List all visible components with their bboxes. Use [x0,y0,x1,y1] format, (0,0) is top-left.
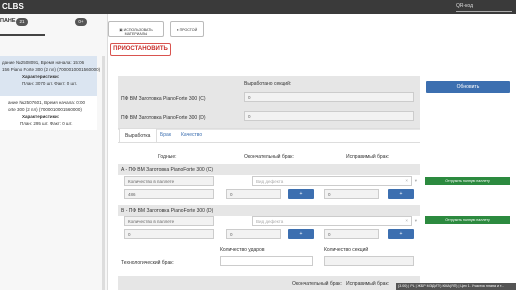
refresh-button[interactable]: Обновить [426,81,510,93]
section-a-fix-add-button[interactable]: + [388,189,414,199]
defect-select-placeholder: Вид дефекта [256,219,284,224]
top-bar [0,0,516,14]
section-a-fix-defect-input[interactable]: 0 [324,189,379,199]
row-c-label: ПФ ВМ Заготовка PianoForte 300 (C) [121,96,206,102]
row-d-label: ПФ ВМ Заготовка PianoForte 300 (D) [121,115,206,121]
good-column-header: Годные: [158,154,177,160]
produced-sections-label: Выработано секций: [244,81,292,87]
order-card-active[interactable]: дание №2508091, Время начала: 15:06 156 … [0,56,101,96]
active-tab-indicator [0,34,45,36]
sidebar-scrollbar[interactable] [102,56,105,290]
order-title: ание №2507601, Время начала: 0:00 [8,100,86,105]
section-a-qty-input[interactable]: 486 [124,189,214,199]
second-count-badge: 0+ [75,18,87,26]
hits-count-label: Количество ударов [220,247,265,253]
section-b-fix-defect-input[interactable]: 0 [324,229,379,239]
order-characteristics: Характеристики: [22,74,60,79]
sections-count-label: Количество секций [324,247,369,253]
section-b-qty-placeholder: Количество в паллете [124,216,214,226]
chevron-down-icon[interactable]: ▾ [415,178,417,184]
order-plan: План: 3070 шт. Факт: 0 шт. [22,81,77,86]
section-a-final-defect-input[interactable]: 0 [226,189,281,199]
tab-defect[interactable]: Брак [160,132,171,138]
section-a-defect-select[interactable]: Вид дефекта × ▾ [252,176,417,186]
section-b-title: B - ПФ ВМ Заготовка PianoForte 300 (D) [121,208,214,214]
order-title: дание №2508091, Время начала: 15:06 [2,60,85,65]
clear-icon[interactable]: × [405,218,408,223]
qr-code-input[interactable]: QR-код [456,3,473,9]
tabs-divider [118,128,420,129]
order-card[interactable]: ание №2507601, Время начала: 0:00 orte 3… [0,96,97,130]
bottom-fixable-defect-label: Исправимый брак: [346,281,390,287]
tabs-bottom-border [118,142,420,143]
row-d-value: 0 [244,111,414,121]
order-plan: План: 295 шт. Факт: 0 шт. [20,121,73,126]
section-b-qty-input[interactable]: 0 [124,229,214,239]
fixable-defect-column-header: Исправимый брак: [346,154,390,160]
bottom-final-defect-label: Окончательный брак: [292,281,342,287]
section-b-ship-pallet-button[interactable]: Отгрузить полную паллету [425,216,510,224]
section-a-title: A - ПФ ВМ Заготовка PianoForte 300 (C) [121,167,214,173]
clear-icon[interactable]: × [405,178,408,183]
hits-count-input[interactable] [220,256,313,266]
row-c-value: 0 [244,92,414,102]
downtime-label: ПРОСТОЙ [179,28,198,32]
downtime-button[interactable]: ⏸ ПРОСТОЙ [170,21,204,37]
order-product: 156 Piano Forte 300 (2 пл) (700001000156… [2,67,101,72]
order-characteristics: Характеристики: [22,114,60,119]
tab-orders[interactable]: ПАНЕ [0,18,16,24]
tab-quality[interactable]: Качество [181,132,202,138]
status-bar: (3.00) | PL | ЖБР МЭДИТ!) КМА(ЯП) | Цех … [396,283,516,290]
order-product: orte 300 (2 пл) (7000010001560000) [8,107,82,112]
sections-count-input[interactable] [324,256,414,266]
section-b-fix-add-button[interactable]: + [388,229,414,239]
pause-order-button[interactable]: ПРИОСТАНОВИТЬ [110,43,171,56]
tech-defect-label: Технологический брак: [121,260,174,266]
orders-count-badge: 21 [16,18,28,26]
section-b-final-defect-input[interactable]: 0 [226,229,281,239]
section-a-final-add-button[interactable]: + [288,189,314,199]
section-b-defect-select[interactable]: Вид дефекта × ▾ [252,216,417,226]
section-a-qty-placeholder: Количество в паллете [124,176,214,186]
use-materials-button[interactable]: ▣ ИСПОЛЬЗОВАТЬ МАТЕРИАЛЫ [108,21,164,37]
qr-underline [456,11,512,12]
use-materials-label: ИСПОЛЬЗОВАТЬ МАТЕРИАЛЫ [123,28,153,36]
section-a-ship-pallet-button[interactable]: Отгрузить полную паллету [425,177,510,185]
tab-output[interactable]: Выработка [119,128,157,142]
chevron-down-icon[interactable]: ▾ [415,218,417,224]
section-b-final-add-button[interactable]: + [288,229,314,239]
defect-select-placeholder: Вид дефекта [256,179,284,184]
app-logo: CLBS [2,2,24,11]
final-defect-column-header: Окончательный брак: [244,154,294,160]
